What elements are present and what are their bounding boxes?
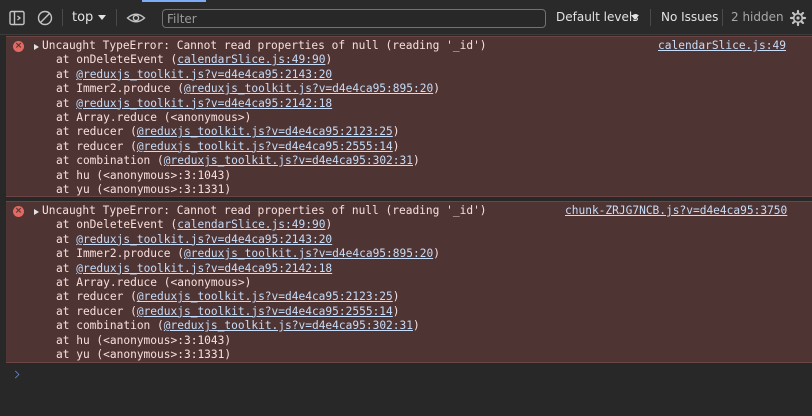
stack-frame-link[interactable]: @reduxjs_toolkit.js?v=d4e4ca95:2123:25 <box>137 290 393 303</box>
stack-frame-link[interactable]: @reduxjs_toolkit.js?v=d4e4ca95:2143:20 <box>76 68 332 81</box>
stack-frame-link[interactable]: @reduxjs_toolkit.js?v=d4e4ca95:2123:25 <box>137 125 393 138</box>
toolbar-accent <box>142 0 206 2</box>
stack-frame-link[interactable]: @reduxjs_toolkit.js?v=d4e4ca95:2142:18 <box>76 262 332 275</box>
stack-frame-link[interactable]: @reduxjs_toolkit.js?v=d4e4ca95:2143:20 <box>76 233 332 246</box>
stack-frame: at Array.reduce (<anonymous>) <box>56 276 252 289</box>
stack-frame: at Immer2.produce (@reduxjs_toolkit.js?v… <box>56 82 440 96</box>
live-expression-eye-icon[interactable] <box>126 9 146 27</box>
stack-frame-link[interactable]: @reduxjs_toolkit.js?v=d4e4ca95:2555:14 <box>137 140 393 153</box>
expand-triangle-icon[interactable] <box>34 44 39 50</box>
context-selector[interactable]: top <box>72 10 93 25</box>
stack-frame: at Immer2.produce (@reduxjs_toolkit.js?v… <box>56 247 440 261</box>
stack-frame: at yu (<anonymous>:3:1331) <box>56 183 232 196</box>
log-levels-dropdown[interactable]: Default levels <box>556 10 638 24</box>
stack-frame: at @reduxjs_toolkit.js?v=d4e4ca95:2143:2… <box>56 67 333 81</box>
stack-frame-link[interactable]: @reduxjs_toolkit.js?v=d4e4ca95:895:20 <box>184 247 433 260</box>
console-prompt-chevron-icon[interactable] <box>11 370 20 379</box>
console-settings-gear-icon[interactable] <box>789 9 807 27</box>
log-levels-chevron-down-icon[interactable] <box>631 15 639 20</box>
stack-frame: at yu (<anonymous>:3:1331) <box>56 348 232 361</box>
stack-frame: at @reduxjs_toolkit.js?v=d4e4ca95:2142:1… <box>56 96 333 110</box>
stack-frame-link[interactable]: @reduxjs_toolkit.js?v=d4e4ca95:2142:18 <box>76 97 332 110</box>
stack-frame-link[interactable]: @reduxjs_toolkit.js?v=d4e4ca95:302:31 <box>164 154 413 167</box>
filter-input[interactable] <box>162 9 546 28</box>
hidden-messages-count: 2 hidden <box>731 10 784 24</box>
console-error-message: × Uncaught TypeError: Cannot read proper… <box>6 201 812 363</box>
error-x-icon: × <box>13 206 24 217</box>
stack-frame-link[interactable]: @reduxjs_toolkit.js?v=d4e4ca95:895:20 <box>184 82 433 95</box>
stack-frame: at hu (<anonymous>:3:1043) <box>56 168 232 182</box>
console-toolbar: top Default levels No Issues 2 hidden <box>0 0 812 35</box>
stack-frame: at reducer (@reduxjs_toolkit.js?v=d4e4ca… <box>56 304 400 318</box>
issues-counter[interactable]: No Issues <box>661 10 718 24</box>
stack-frame: at @reduxjs_toolkit.js?v=d4e4ca95:2142:1… <box>56 261 333 275</box>
toolbar-separator <box>722 9 723 26</box>
stack-frame: at @reduxjs_toolkit.js?v=d4e4ca95:2143:2… <box>56 232 333 246</box>
stack-frame: at onDeleteEvent (calendarSlice.js:49:90… <box>56 218 333 232</box>
error-message-text: Uncaught TypeError: Cannot read properti… <box>42 39 487 52</box>
clear-console-icon[interactable] <box>36 9 54 27</box>
stack-frame: at combination (@reduxjs_toolkit.js?v=d4… <box>56 154 420 168</box>
stack-frame: at reducer (@reduxjs_toolkit.js?v=d4e4ca… <box>56 139 400 153</box>
context-chevron-down-icon[interactable] <box>98 15 106 20</box>
error-x-icon: × <box>13 41 24 52</box>
stack-frame: at hu (<anonymous>:3:1043) <box>56 333 232 347</box>
error-message-text: Uncaught TypeError: Cannot read properti… <box>42 204 487 217</box>
stack-frame: at onDeleteEvent (calendarSlice.js:49:90… <box>56 53 333 67</box>
sidebar-toggle-icon[interactable] <box>8 9 26 27</box>
error-source-link[interactable]: calendarSlice.js:49 <box>658 39 786 52</box>
toolbar-separator <box>116 9 117 26</box>
stack-frame-link[interactable]: calendarSlice.js:49:90 <box>177 53 325 66</box>
stack-frame: at reducer (@reduxjs_toolkit.js?v=d4e4ca… <box>56 290 400 304</box>
stack-frame: at reducer (@reduxjs_toolkit.js?v=d4e4ca… <box>56 125 400 139</box>
toolbar-separator <box>650 9 651 26</box>
toolbar-separator <box>62 9 63 26</box>
stack-frame: at combination (@reduxjs_toolkit.js?v=d4… <box>56 319 420 333</box>
expand-triangle-icon[interactable] <box>34 209 39 215</box>
console-error-message: × Uncaught TypeError: Cannot read proper… <box>6 36 812 197</box>
stack-frame: at Array.reduce (<anonymous>) <box>56 111 252 124</box>
stack-frame-link[interactable]: @reduxjs_toolkit.js?v=d4e4ca95:302:31 <box>164 319 413 332</box>
stack-frame-link[interactable]: @reduxjs_toolkit.js?v=d4e4ca95:2555:14 <box>137 305 393 318</box>
stack-frame-link[interactable]: calendarSlice.js:49:90 <box>177 218 325 231</box>
error-source-link[interactable]: chunk-ZRJG7NCB.js?v=d4e4ca95:3750 <box>565 204 787 217</box>
